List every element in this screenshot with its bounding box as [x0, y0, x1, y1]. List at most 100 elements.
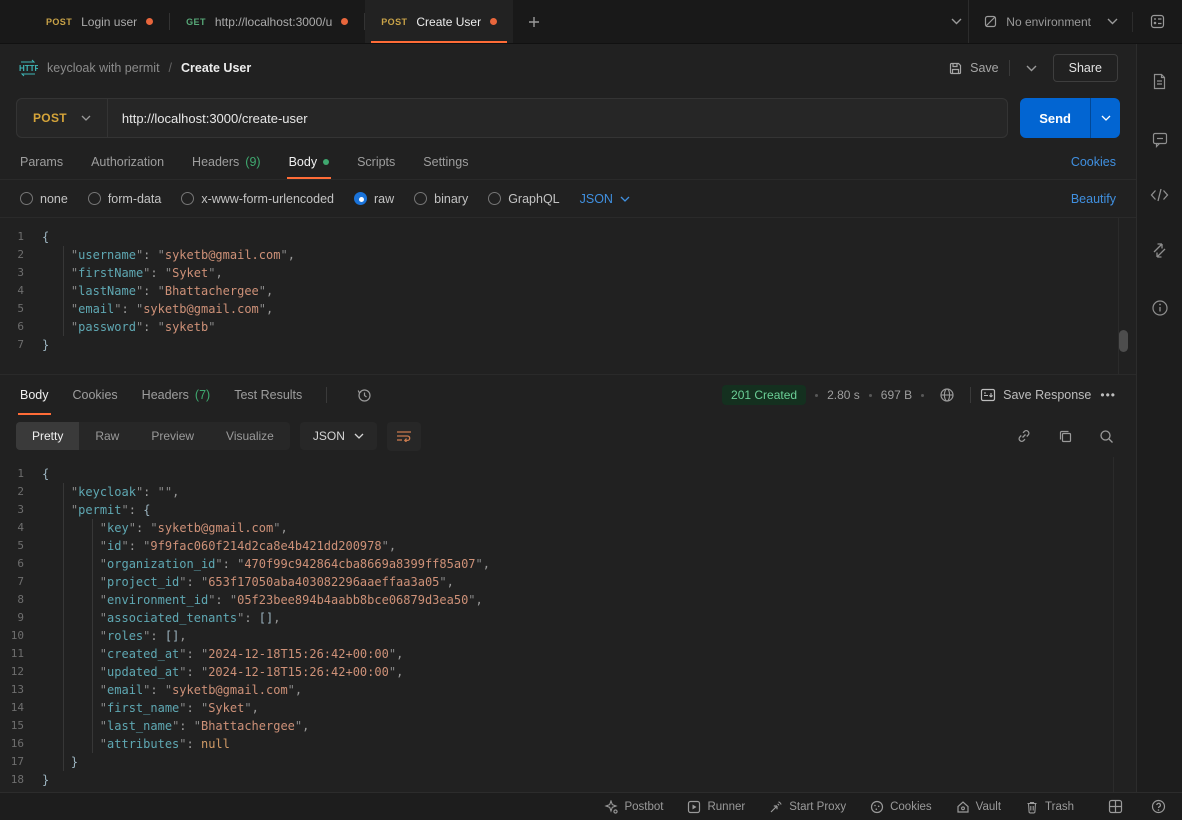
network-info-button[interactable] [933, 381, 961, 409]
code-line: 7} [0, 336, 1136, 354]
chevron-down-icon [81, 115, 91, 121]
tab-body[interactable]: Body [289, 144, 330, 179]
body-mode-graphql[interactable]: GraphQL [488, 192, 559, 206]
response-history-button[interactable] [351, 382, 378, 409]
response-view-switcher: PrettyRawPreviewVisualize [16, 422, 290, 450]
new-tab-button[interactable] [513, 0, 555, 43]
globe-icon [939, 387, 955, 403]
tab-headers[interactable]: Headers(9) [192, 144, 261, 179]
link-response-button[interactable] [1010, 422, 1038, 450]
code-snippet-button[interactable] [1144, 182, 1175, 208]
line-number: 6 [0, 318, 42, 336]
search-response-button[interactable] [1093, 423, 1120, 450]
environment-selector[interactable]: No environment [968, 0, 1132, 43]
quote: " [259, 302, 266, 316]
send-button[interactable]: Send [1020, 98, 1090, 138]
send-options-button[interactable] [1090, 98, 1120, 138]
quote: " [179, 647, 186, 661]
json-token: } [71, 755, 78, 769]
save-options-button[interactable] [1020, 59, 1043, 78]
request-info-button[interactable] [1145, 293, 1175, 323]
breadcrumb-request-name[interactable]: Create User [181, 61, 251, 75]
copy-response-button[interactable] [1052, 423, 1079, 450]
json-string: 470f99c942864cba8669a8399ff85a07 [244, 557, 475, 571]
workspace: HTTP keycloak with permit / Create User … [0, 44, 1136, 792]
tab-params[interactable]: Params [20, 144, 63, 179]
view-tab-preview[interactable]: Preview [135, 422, 210, 450]
environment-quick-look-button[interactable] [1143, 7, 1172, 36]
save-button[interactable]: Save [948, 61, 999, 76]
response-language-selector[interactable]: JSON [300, 422, 377, 450]
unsaved-changes-dot [490, 18, 497, 25]
body-language-selector[interactable]: JSON [580, 192, 630, 206]
panel-layout-button[interactable] [1102, 793, 1129, 820]
body-mode-binary[interactable]: binary [414, 192, 468, 206]
quote: " [121, 539, 128, 553]
body-mode-x-www-form-urlencoded[interactable]: x-www-form-urlencoded [181, 192, 334, 206]
json-string: syketb [165, 320, 208, 334]
request-body-editor[interactable]: 1{2 "username": "syketb@gmail.com",3 "fi… [0, 218, 1136, 374]
save-icon [948, 61, 963, 76]
quote: " [468, 593, 475, 607]
json-token: [] [259, 611, 273, 625]
code-line: 17 } [0, 753, 1136, 771]
request-tab-http-localhost-3000-u[interactable]: GEThttp://localhost:3000/u [170, 0, 364, 43]
url-input[interactable]: http://localhost:3000/create-user [108, 111, 308, 126]
wrap-lines-button[interactable] [387, 422, 421, 451]
comment-icon [1151, 131, 1169, 148]
statusbar-vault-button[interactable]: Vault [956, 800, 1001, 814]
tab-authorization[interactable]: Authorization [91, 144, 164, 179]
tab-settings[interactable]: Settings [423, 144, 468, 179]
body-mode-raw[interactable]: raw [354, 192, 394, 206]
json-token: : [122, 302, 136, 316]
breadcrumb-separator: / [169, 61, 172, 75]
response-tab-headers[interactable]: Headers(7) [142, 375, 211, 415]
cookies-link[interactable]: Cookies [1071, 155, 1116, 169]
radio-icon [488, 192, 501, 205]
json-key: attributes [107, 737, 179, 751]
statusbar-runner-button[interactable]: Runner [687, 800, 745, 814]
body-mode-form-data[interactable]: form-data [88, 192, 162, 206]
response-tab-test-results[interactable]: Test Results [234, 375, 302, 415]
related-requests-button[interactable] [1145, 236, 1174, 265]
tab-label: Login user [81, 15, 137, 29]
json-key: organization_id [107, 557, 215, 571]
breadcrumb-collection[interactable]: keycloak with permit [47, 61, 160, 75]
json-token: : [143, 320, 157, 334]
code-content: "key": "syketb@gmail.com", [42, 519, 288, 537]
more-options-button[interactable]: ••• [1100, 388, 1116, 402]
method-selector[interactable]: POST [17, 111, 107, 125]
response-body-editor[interactable]: 1{2 "keycloak": "",3 "permit": {4 "key":… [0, 457, 1136, 792]
tab-list-chevron-button[interactable] [945, 12, 968, 31]
json-string: Bhattachergee [165, 284, 259, 298]
beautify-button[interactable]: Beautify [1071, 192, 1116, 206]
view-tab-visualize[interactable]: Visualize [210, 422, 290, 450]
help-button[interactable] [1145, 793, 1172, 820]
statusbar-postbot-button[interactable]: Postbot [604, 800, 663, 814]
response-tab-body[interactable]: Body [20, 375, 49, 415]
method-badge: GET [186, 17, 206, 27]
comments-button[interactable] [1145, 125, 1175, 154]
info-icon [1151, 299, 1169, 317]
save-response-button[interactable]: Save Response [980, 388, 1091, 402]
quote: " [100, 647, 107, 661]
view-tab-raw[interactable]: Raw [79, 422, 135, 450]
tab-scripts[interactable]: Scripts [357, 144, 395, 179]
response-tab-cookies[interactable]: Cookies [73, 375, 118, 415]
view-tab-pretty[interactable]: Pretty [16, 422, 79, 450]
json-token: : [179, 719, 193, 733]
statusbar-start-proxy-button[interactable]: Start Proxy [769, 800, 846, 814]
body-mode-none[interactable]: none [20, 192, 68, 206]
documentation-button[interactable] [1145, 66, 1174, 97]
method-label: POST [33, 111, 67, 125]
request-tab-login-user[interactable]: POSTLogin user [30, 0, 169, 43]
statusbar-cookies-button[interactable]: Cookies [870, 800, 932, 814]
statusbar-trash-button[interactable]: Trash [1025, 800, 1074, 814]
quote: " [382, 539, 389, 553]
scrollbar-thumb[interactable] [1119, 330, 1128, 352]
request-tab-create-user[interactable]: POSTCreate User [365, 0, 513, 43]
line-number: 13 [0, 681, 42, 699]
line-number: 11 [0, 645, 42, 663]
json-token: , [215, 266, 222, 280]
share-button[interactable]: Share [1053, 54, 1118, 82]
